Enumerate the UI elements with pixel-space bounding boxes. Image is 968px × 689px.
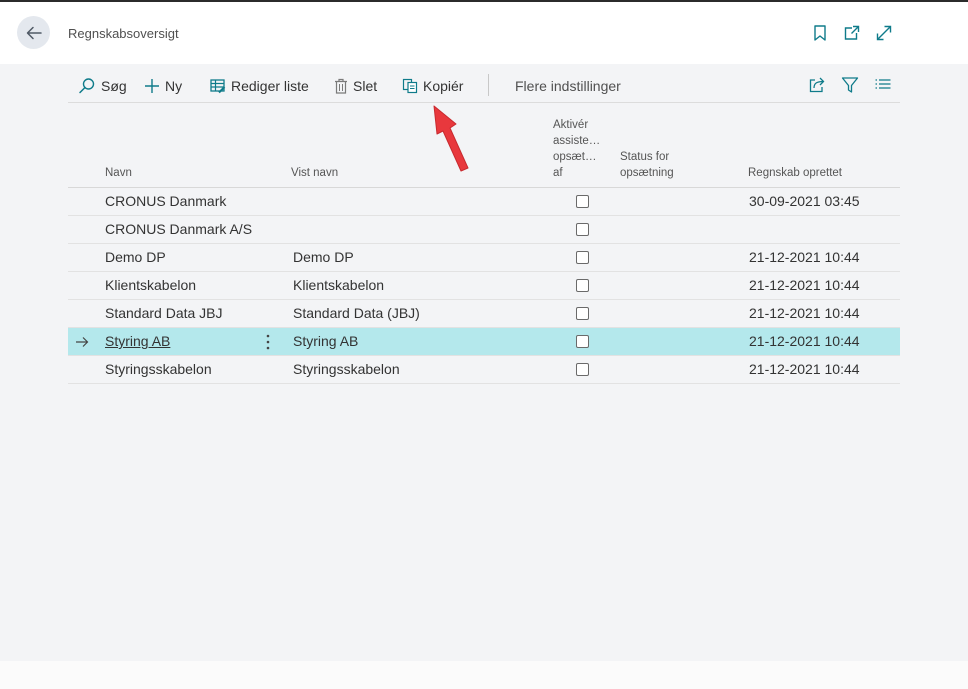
copy-label: Kopiér — [423, 78, 464, 94]
list-view-icon[interactable] — [874, 76, 892, 94]
cell-name[interactable]: Klientskabelon — [105, 272, 196, 299]
cell-created: 21-12-2021 10:44 — [749, 277, 860, 293]
new-button[interactable]: Ny — [144, 72, 182, 100]
list-content-area: Søg Ny Rediger liste Slet Kopiér Flere i… — [0, 64, 968, 661]
activate-checkbox[interactable] — [576, 363, 589, 376]
cell-display-name: Styring AB — [293, 333, 359, 349]
copy-icon — [402, 78, 418, 94]
back-button[interactable] — [17, 16, 50, 49]
action-toolbar: Søg Ny Rediger liste Slet Kopiér Flere i… — [68, 72, 900, 102]
share-icon[interactable] — [808, 76, 826, 94]
table-row[interactable]: Standard Data JBJ Standard Data (JBJ) 21… — [68, 300, 900, 328]
page-title: Regnskabsoversigt — [68, 26, 179, 41]
cell-name[interactable]: CRONUS Danmark — [105, 188, 226, 215]
column-header-status-line1: Status for — [620, 151, 670, 163]
plus-icon — [145, 79, 159, 93]
search-label: Søg — [101, 78, 127, 94]
delete-button[interactable]: Slet — [334, 72, 377, 100]
table-row[interactable]: Klientskabelon Klientskabelon 21-12-2021… — [68, 272, 900, 300]
cell-display-name: Klientskabelon — [293, 277, 385, 293]
activate-checkbox[interactable] — [576, 335, 589, 348]
activate-checkbox[interactable] — [576, 279, 589, 292]
copy-button[interactable]: Kopiér — [402, 72, 463, 100]
column-header-activate-line2: assiste… — [553, 135, 601, 147]
annotation-arrow-icon — [433, 105, 469, 172]
back-arrow-icon — [26, 26, 42, 39]
activate-checkbox[interactable] — [576, 223, 589, 236]
cell-name[interactable]: Standard Data JBJ — [105, 300, 223, 327]
cell-name[interactable]: Styringsskabelon — [105, 356, 212, 383]
delete-label: Slet — [353, 78, 378, 94]
table-row[interactable]: Demo DP Demo DP 21-12-2021 10:44 — [68, 244, 900, 272]
table-row[interactable]: Styringsskabelon Styringsskabelon 21-12-… — [68, 356, 900, 384]
more-options-button[interactable]: Flere indstillinger — [515, 72, 621, 100]
edit-list-label: Rediger liste — [231, 78, 309, 94]
table-row[interactable]: CRONUS Danmark A/S — [68, 216, 900, 244]
cell-created: 21-12-2021 10:44 — [749, 333, 860, 349]
column-header-activate-line4: af — [553, 167, 563, 179]
bookmark-icon[interactable] — [811, 24, 829, 42]
cell-name[interactable]: Styring AB — [105, 328, 170, 355]
table-row-selected[interactable]: Styring AB Styring AB 21-12-2021 10:44 — [68, 328, 900, 356]
bottom-strip — [0, 661, 968, 689]
column-header-display-name[interactable]: Vist navn — [291, 165, 338, 181]
search-button[interactable]: Søg — [78, 72, 127, 100]
column-header-status-line2: opsætning — [620, 167, 674, 179]
new-label: Ny — [165, 78, 183, 94]
activate-checkbox[interactable] — [576, 251, 589, 264]
edit-list-icon — [210, 79, 226, 94]
search-icon — [79, 78, 95, 94]
column-header-activate-assisted-setup[interactable]: Aktivér assiste… opsæt… af — [553, 117, 600, 181]
cell-display-name: Standard Data (JBJ) — [293, 305, 420, 321]
column-header-name[interactable]: Navn — [105, 165, 132, 181]
expand-icon[interactable] — [875, 24, 893, 42]
cell-created: 30-09-2021 03:45 — [749, 193, 860, 209]
toolbar-divider — [488, 74, 489, 96]
list-header: Navn Vist navn Aktivér assiste… opsæt… a… — [68, 102, 900, 188]
row-actions-icon[interactable] — [265, 333, 271, 351]
cell-created: 21-12-2021 10:44 — [749, 305, 860, 321]
cell-display-name: Demo DP — [293, 249, 354, 265]
cell-name[interactable]: Demo DP — [105, 244, 166, 271]
filter-icon[interactable] — [841, 76, 859, 94]
page-header: Regnskabsoversigt — [0, 2, 968, 64]
more-options-label: Flere indstillinger — [515, 78, 621, 94]
column-header-setup-status[interactable]: Status for opsætning — [620, 149, 674, 181]
company-list: Navn Vist navn Aktivér assiste… opsæt… a… — [68, 102, 900, 384]
column-header-activate-line1: Aktivér — [553, 119, 589, 131]
cell-created: 21-12-2021 10:44 — [749, 361, 860, 377]
current-row-arrow-icon — [76, 337, 89, 347]
cell-created: 21-12-2021 10:44 — [749, 249, 860, 265]
column-header-activate-line3: opsæt… — [553, 151, 597, 163]
edit-list-button[interactable]: Rediger liste — [210, 72, 309, 100]
cell-name[interactable]: CRONUS Danmark A/S — [105, 216, 252, 243]
table-row[interactable]: CRONUS Danmark 30-09-2021 03:45 — [68, 188, 900, 216]
open-new-window-icon[interactable] — [843, 24, 861, 42]
activate-checkbox[interactable] — [576, 307, 589, 320]
activate-checkbox[interactable] — [576, 195, 589, 208]
cell-display-name: Styringsskabelon — [293, 361, 400, 377]
column-header-created[interactable]: Regnskab oprettet — [748, 165, 842, 181]
trash-icon — [335, 78, 347, 94]
